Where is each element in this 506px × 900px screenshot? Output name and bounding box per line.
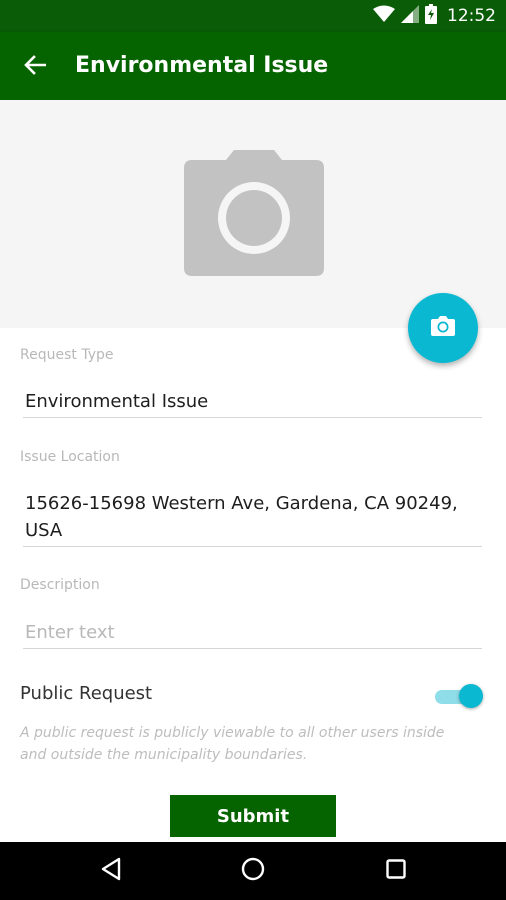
issue-location-label: Issue Location	[20, 449, 120, 465]
issue-location-line1: 15626-15698 Western Ave, Gardena, CA 902…	[25, 493, 458, 514]
submit-button[interactable]: Submit	[170, 795, 336, 837]
nav-back-button[interactable]	[96, 856, 126, 886]
camera-icon	[182, 148, 326, 282]
public-request-label: Public Request	[20, 683, 153, 704]
battery-icon	[425, 4, 437, 28]
home-circle-icon	[240, 856, 266, 886]
recents-square-icon	[385, 858, 407, 884]
signal-icon	[401, 5, 419, 27]
helper-line2: and outside the municipality boundaries.	[20, 747, 308, 763]
back-button[interactable]	[18, 50, 52, 84]
back-triangle-icon	[100, 857, 122, 885]
issue-location-underline	[23, 546, 482, 547]
wifi-icon	[373, 5, 395, 27]
app-bar: Environmental Issue	[0, 32, 506, 100]
description-input[interactable]	[25, 618, 480, 646]
request-type-label: Request Type	[20, 347, 114, 363]
issue-location-field[interactable]: 15626-15698 Western Ave, Gardena, CA 902…	[25, 490, 475, 544]
description-label: Description	[20, 577, 100, 593]
arrow-left-icon	[24, 55, 47, 79]
navigation-bar	[0, 842, 506, 900]
public-request-helper: A public request is publicly viewable to…	[20, 722, 490, 766]
status-bar: 12:52	[0, 0, 506, 32]
helper-line1: A public request is publicly viewable to…	[20, 725, 445, 741]
public-request-toggle[interactable]	[435, 683, 485, 709]
camera-icon	[431, 316, 455, 340]
page-title: Environmental Issue	[75, 53, 329, 78]
take-photo-button[interactable]	[408, 293, 478, 363]
status-time: 12:52	[447, 6, 496, 26]
issue-location-line2: USA	[25, 520, 63, 541]
toggle-thumb	[459, 684, 483, 708]
request-type-field[interactable]: Environmental Issue	[25, 388, 475, 415]
description-underline	[23, 648, 482, 649]
nav-recents-button[interactable]	[381, 856, 411, 886]
status-icons: 12:52	[373, 0, 496, 32]
nav-home-button[interactable]	[238, 856, 268, 886]
request-type-underline	[23, 417, 482, 418]
